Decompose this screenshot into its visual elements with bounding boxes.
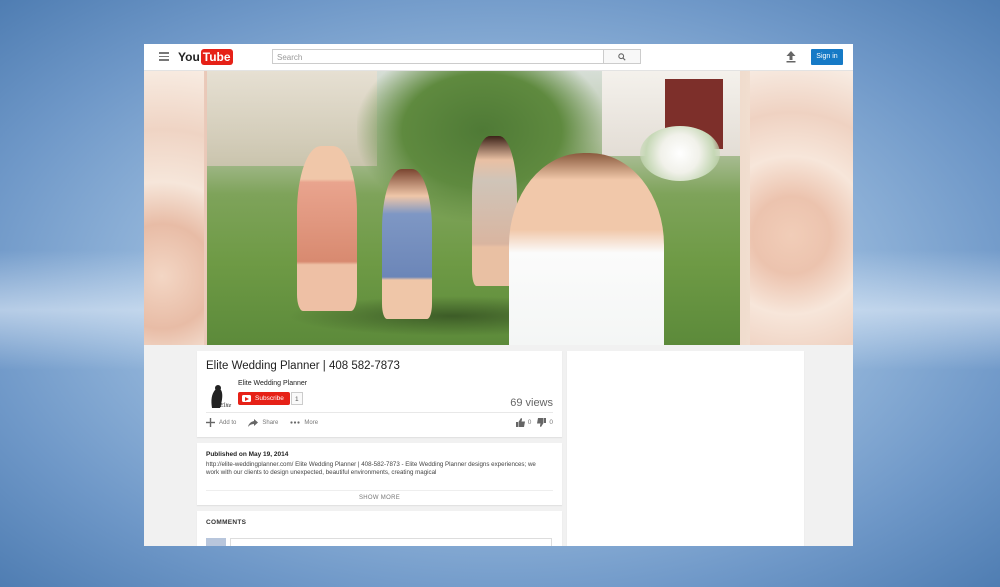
comments-card: COMMENTS bbox=[197, 511, 562, 546]
video-player[interactable] bbox=[144, 71, 853, 345]
search-input[interactable]: Search bbox=[272, 49, 604, 64]
logo-tube-text: Tube bbox=[200, 49, 233, 65]
divider bbox=[206, 412, 553, 413]
add-to-label: Add to bbox=[219, 419, 237, 426]
description-text: http://elite-weddingplanner.com/ Elite W… bbox=[206, 461, 536, 476]
subscribe-label: Subscribe bbox=[255, 395, 284, 402]
more-dots-icon bbox=[290, 421, 300, 424]
lace-border-left bbox=[144, 71, 204, 345]
published-date: Published on May 19, 2014 bbox=[206, 451, 289, 458]
bridesmaid-2 bbox=[382, 169, 432, 319]
bouquet bbox=[640, 126, 720, 181]
thumbs-up-icon bbox=[515, 418, 525, 427]
hamburger-menu-icon[interactable] bbox=[159, 52, 169, 61]
comments-heading: COMMENTS bbox=[206, 519, 247, 526]
youtube-play-icon bbox=[242, 395, 251, 402]
plus-icon bbox=[206, 418, 215, 427]
browser-window: You Tube Search Sign in Elite Wedding Pl… bbox=[144, 44, 853, 546]
youtube-logo[interactable]: You Tube bbox=[178, 49, 233, 65]
share-label: Share bbox=[262, 419, 279, 426]
comment-input[interactable] bbox=[230, 538, 552, 546]
more-label: More bbox=[304, 419, 319, 426]
svg-text:Elite: Elite bbox=[219, 403, 232, 409]
dislike-button[interactable]: 0 bbox=[537, 418, 553, 427]
add-to-button[interactable]: Add to bbox=[206, 418, 236, 427]
view-count: 69 views bbox=[510, 397, 553, 409]
logo-you-text: You bbox=[178, 50, 200, 64]
thumbs-down-icon bbox=[537, 418, 547, 427]
scene-wall bbox=[207, 71, 377, 166]
elite-logo-icon: Elite bbox=[211, 385, 232, 409]
upload-icon[interactable] bbox=[786, 51, 796, 63]
like-button[interactable]: 0 bbox=[515, 418, 532, 427]
video-info-card: Elite Wedding Planner | 408 582-7873 Eli… bbox=[197, 351, 562, 437]
video-frame bbox=[207, 71, 740, 345]
sign-in-button[interactable]: Sign in bbox=[811, 49, 843, 65]
search-button[interactable] bbox=[604, 49, 641, 64]
lace-border-right bbox=[750, 71, 853, 345]
like-count: 0 bbox=[527, 419, 532, 426]
user-avatar bbox=[206, 538, 226, 546]
more-button[interactable]: More bbox=[290, 420, 318, 426]
related-videos-sidebar bbox=[567, 351, 804, 546]
share-arrow-icon bbox=[248, 418, 259, 427]
search-icon bbox=[618, 52, 626, 61]
bridesmaid-1 bbox=[297, 146, 357, 311]
masthead: You Tube Search Sign in bbox=[144, 44, 853, 71]
subscribe-button[interactable]: Subscribe bbox=[238, 392, 290, 405]
video-title: Elite Wedding Planner | 408 582-7873 bbox=[206, 360, 400, 372]
channel-avatar[interactable]: Elite bbox=[206, 382, 232, 412]
channel-name[interactable]: Elite Wedding Planner bbox=[238, 380, 307, 387]
bride bbox=[509, 153, 664, 345]
subscriber-count: 1 bbox=[291, 392, 303, 405]
show-more-button[interactable]: SHOW MORE bbox=[206, 490, 553, 501]
like-dislike-bar: 0 0 bbox=[510, 418, 553, 427]
action-bar: Add to Share More bbox=[206, 418, 330, 427]
description-card: Published on May 19, 2014 http://elite-w… bbox=[197, 443, 562, 505]
dislike-count: 0 bbox=[549, 419, 553, 426]
share-button[interactable]: Share bbox=[248, 418, 279, 427]
